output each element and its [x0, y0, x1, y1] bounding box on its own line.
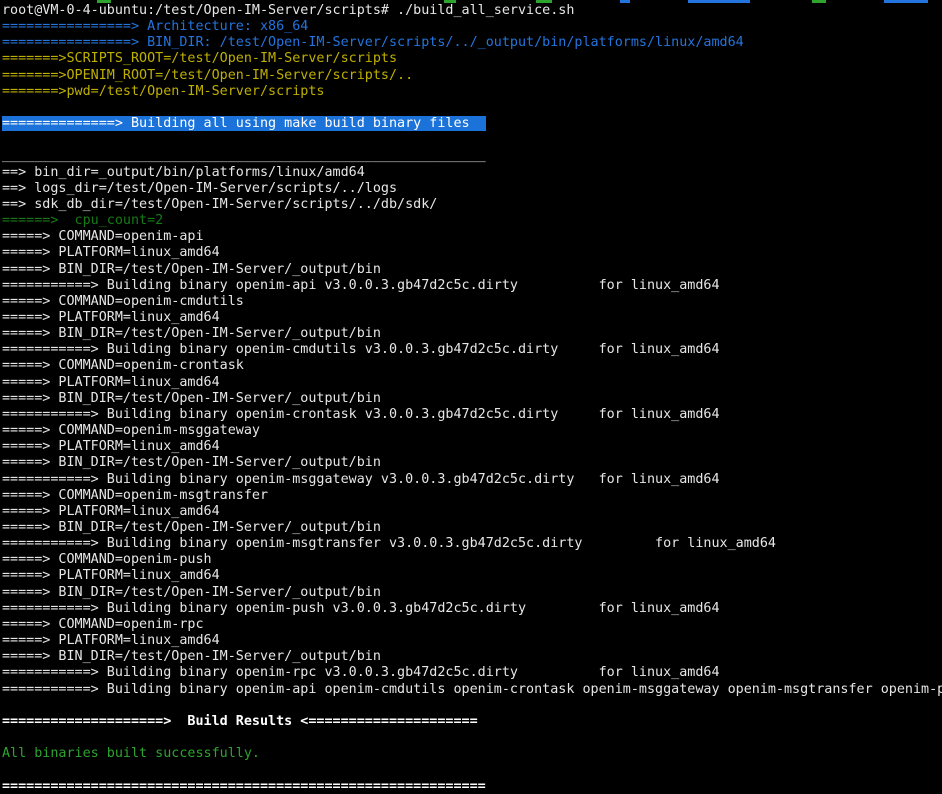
terminal-line-45: [2, 730, 942, 746]
terminal-line-20: =====> BIN_DIR=/test/Open-IM-Server/_out…: [2, 326, 942, 342]
terminal-line-40: =====> BIN_DIR=/test/Open-IM-Server/_out…: [2, 649, 942, 665]
terminal-line-34: =====> COMMAND=openim-push: [2, 552, 942, 568]
clipped-text-fragment: [688, 0, 750, 3]
terminal-line-35: =====> PLATFORM=linux_amd64: [2, 568, 942, 584]
terminal-line-31: =====> PLATFORM=linux_amd64: [2, 504, 942, 520]
terminal-line-44: ====================> Build Results <===…: [2, 714, 942, 730]
terminal-line-41: ===========> Building binary openim-rpc …: [2, 665, 942, 681]
terminal-line-18: =====> COMMAND=openim-cmdutils: [2, 294, 942, 310]
terminal-line-6: [2, 100, 942, 116]
terminal-line-19: =====> PLATFORM=linux_amd64: [2, 310, 942, 326]
terminal-line-11: ==> logs_dir=/test/Open-IM-Server/script…: [2, 181, 942, 197]
terminal-line-13: ======> cpu_count=2: [2, 213, 942, 229]
terminal-line-27: =====> PLATFORM=linux_amd64: [2, 439, 942, 455]
terminal-line-7: ==============> Building all using make …: [2, 116, 942, 132]
clipped-text-fragment: [620, 0, 630, 3]
terminal-line-43: [2, 698, 942, 714]
terminal-line-2: ================> BIN_DIR: /test/Open-IM…: [2, 35, 942, 51]
terminal-line-30: =====> COMMAND=openim-msgtransfer: [2, 488, 942, 504]
terminal-line-24: =====> BIN_DIR=/test/Open-IM-Server/_out…: [2, 391, 942, 407]
terminal-line-38: =====> COMMAND=openim-rpc: [2, 617, 942, 633]
terminal-line-17: ===========> Building binary openim-api …: [2, 278, 942, 294]
shell-prompt-line: root@VM-0-4-ubuntu:/test/Open-IM-Server/…: [2, 3, 942, 19]
terminal-line-16: =====> BIN_DIR=/test/Open-IM-Server/_out…: [2, 262, 942, 278]
clipped-text-fragment: [97, 0, 111, 3]
terminal-line-48: ========================================…: [2, 779, 942, 794]
clipped-text-fragment: [884, 0, 928, 3]
terminal-line-25: ===========> Building binary openim-cron…: [2, 407, 942, 423]
build-banner-highlight: ==============> Building all using make …: [2, 116, 486, 131]
terminal-line-15: =====> PLATFORM=linux_amd64: [2, 245, 942, 261]
terminal-line-36: =====> BIN_DIR=/test/Open-IM-Server/_out…: [2, 585, 942, 601]
terminal-line-32: =====> BIN_DIR=/test/Open-IM-Server/_out…: [2, 520, 942, 536]
clipped-previous-line: [0, 0, 942, 3]
terminal-line-46: All binaries built successfully.: [2, 746, 942, 762]
terminal-line-12: ==> sdk_db_dir=/test/Open-IM-Server/scri…: [2, 197, 942, 213]
terminal-line-26: =====> COMMAND=openim-msggateway: [2, 423, 942, 439]
clipped-text-fragment: [536, 0, 552, 3]
clipped-text-fragment: [812, 0, 826, 3]
terminal-line-1: ================> Architecture: x86_64: [2, 19, 942, 35]
terminal-line-37: ===========> Building binary openim-push…: [2, 601, 942, 617]
terminal-output: root@VM-0-4-ubuntu:/test/Open-IM-Server/…: [2, 3, 942, 794]
terminal-line-5: =======>pwd=/test/Open-IM-Server/scripts: [2, 84, 942, 100]
terminal-line-42: ===========> Building binary openim-api …: [2, 682, 942, 698]
terminal-line-9: ________________________________________…: [2, 148, 942, 164]
clipped-text-fragment: [444, 0, 456, 3]
terminal-line-14: =====> COMMAND=openim-api: [2, 229, 942, 245]
terminal-line-3: =======>SCRIPTS_ROOT=/test/Open-IM-Serve…: [2, 51, 942, 67]
terminal-line-39: =====> PLATFORM=linux_amd64: [2, 633, 942, 649]
terminal-line-4: =======>OPENIM_ROOT=/test/Open-IM-Server…: [2, 68, 942, 84]
terminal-line-10: ==> bin_dir=_output/bin/platforms/linux/…: [2, 165, 942, 181]
terminal-line-33: ===========> Building binary openim-msgt…: [2, 536, 942, 552]
terminal-line-22: =====> COMMAND=openim-crontask: [2, 358, 942, 374]
terminal-line-47: [2, 762, 942, 778]
terminal-line-8: [2, 132, 942, 148]
terminal-window: root@VM-0-4-ubuntu:/test/Open-IM-Server/…: [0, 0, 942, 794]
terminal-line-21: ===========> Building binary openim-cmdu…: [2, 342, 942, 358]
terminal-line-23: =====> PLATFORM=linux_amd64: [2, 375, 942, 391]
terminal-line-29: ===========> Building binary openim-msgg…: [2, 472, 942, 488]
terminal-line-28: =====> BIN_DIR=/test/Open-IM-Server/_out…: [2, 455, 942, 471]
